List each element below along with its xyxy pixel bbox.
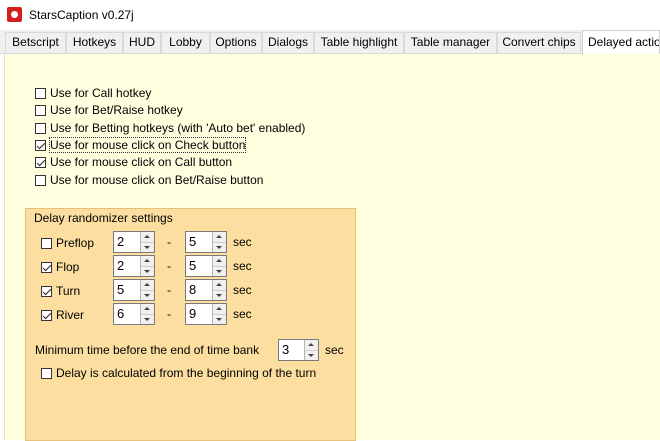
app-icon [7, 7, 22, 22]
checkbox[interactable] [35, 139, 46, 151]
unit-label: sec [233, 259, 252, 273]
group-title: Delay randomizer settings [34, 211, 173, 225]
tab-hud[interactable]: HUD [123, 32, 161, 53]
option-bet-raise-button-click[interactable]: Use for mouse click on Bet/Raise button [35, 172, 263, 188]
window-title: StarsCaption v0.27j [29, 8, 134, 22]
tab-betscript[interactable]: Betscript [5, 32, 66, 53]
tab-hotkeys[interactable]: Hotkeys [66, 32, 123, 53]
checkbox[interactable] [35, 156, 46, 168]
tab-delayed-actions[interactable]: Delayed actio [582, 30, 660, 54]
spinner-value[interactable]: 5 [114, 280, 140, 300]
spin-down-icon[interactable] [213, 290, 226, 300]
checkbox[interactable] [35, 104, 46, 116]
delay-randomizer-group: Delay randomizer settings Preflop 2 - 5 … [25, 208, 356, 441]
spin-down-icon[interactable] [141, 242, 154, 252]
min-time-spinner[interactable]: 3 [278, 339, 319, 361]
checkbox[interactable] [41, 237, 52, 249]
min-time-unit: sec [325, 343, 344, 357]
spin-down-icon[interactable] [141, 290, 154, 300]
option-call-button-click[interactable]: Use for mouse click on Call button [35, 154, 232, 170]
tab-table-manager[interactable]: Table manager [404, 32, 497, 53]
spin-up-icon[interactable] [141, 256, 154, 267]
spinner-value[interactable]: 2 [114, 256, 140, 276]
street-label: Flop [56, 260, 80, 274]
street-label: Preflop [56, 236, 95, 250]
flop-max-spinner[interactable]: 5 [185, 255, 227, 277]
option-label: Use for Bet/Raise hotkey [50, 103, 183, 117]
range-dash: - [167, 283, 171, 297]
tab-dialogs[interactable]: Dialogs [262, 32, 314, 53]
min-time-label: Minimum time before the end of time bank [35, 343, 260, 357]
option-label: Use for Betting hotkeys (with 'Auto bet'… [50, 121, 306, 135]
option-check-button-click[interactable]: Use for mouse click on Check button [35, 137, 247, 153]
spinner-value[interactable]: 3 [279, 340, 304, 360]
tab-options[interactable]: Options [210, 32, 262, 53]
spin-up-icon[interactable] [213, 304, 226, 315]
option-call-hotkey[interactable]: Use for Call hotkey [35, 85, 151, 101]
spin-up-icon[interactable] [213, 232, 226, 243]
spinner-value[interactable]: 2 [114, 232, 140, 252]
checkbox[interactable] [35, 174, 46, 186]
river-max-spinner[interactable]: 9 [185, 303, 227, 325]
river-min-spinner[interactable]: 6 [113, 303, 155, 325]
preflop-max-spinner[interactable]: 5 [185, 231, 227, 253]
tab-table-highlight[interactable]: Table highlight [314, 32, 404, 53]
street-turn[interactable]: Turn [41, 283, 80, 299]
spin-down-icon[interactable] [213, 266, 226, 276]
preflop-min-spinner[interactable]: 2 [113, 231, 155, 253]
turn-min-spinner[interactable]: 5 [113, 279, 155, 301]
option-label: Use for mouse click on Bet/Raise button [50, 173, 264, 187]
tab-lobby[interactable]: Lobby [161, 32, 210, 53]
street-flop[interactable]: Flop [41, 259, 79, 275]
checkbox[interactable] [41, 367, 52, 379]
delayed-actions-panel: Use for Call hotkey Use for Bet/Raise ho… [4, 54, 660, 441]
street-river[interactable]: River [41, 307, 84, 323]
street-preflop[interactable]: Preflop [41, 235, 94, 251]
checkbox[interactable] [35, 122, 46, 134]
spin-up-icon[interactable] [305, 340, 318, 351]
turn-max-spinner[interactable]: 8 [185, 279, 227, 301]
title-bar: StarsCaption v0.27j [0, 0, 660, 30]
spin-down-icon[interactable] [141, 314, 154, 324]
option-label: Use for mouse click on Call button [50, 155, 233, 169]
flop-min-spinner[interactable]: 2 [113, 255, 155, 277]
spin-down-icon[interactable] [141, 266, 154, 276]
option-from-beginning[interactable]: Delay is calculated from the beginning o… [41, 365, 316, 381]
unit-label: sec [233, 283, 252, 297]
spin-down-icon[interactable] [305, 350, 318, 360]
spin-up-icon[interactable] [141, 280, 154, 291]
tab-strip: Betscript Hotkeys HUD Lobby Options Dial… [0, 30, 660, 54]
spinner-value[interactable]: 5 [186, 232, 212, 252]
unit-label: sec [233, 307, 252, 321]
tab-convert-chips[interactable]: Convert chips [497, 32, 581, 53]
option-betting-hotkeys[interactable]: Use for Betting hotkeys (with 'Auto bet'… [35, 120, 305, 136]
option-bet-raise-hotkey[interactable]: Use for Bet/Raise hotkey [35, 102, 183, 118]
checkbox[interactable] [41, 285, 52, 297]
spin-down-icon[interactable] [213, 242, 226, 252]
range-dash: - [167, 235, 171, 249]
checkbox[interactable] [41, 261, 52, 273]
checkbox[interactable] [41, 309, 52, 321]
option-label: Use for mouse click on Check button [48, 137, 247, 153]
spin-down-icon[interactable] [213, 314, 226, 324]
checkbox[interactable] [35, 87, 46, 99]
spin-up-icon[interactable] [213, 256, 226, 267]
unit-label: sec [233, 235, 252, 249]
option-label: Delay is calculated from the beginning o… [56, 366, 317, 380]
spinner-value[interactable]: 6 [114, 304, 140, 324]
spinner-value[interactable]: 9 [186, 304, 212, 324]
range-dash: - [167, 307, 171, 321]
range-dash: - [167, 259, 171, 273]
option-label: Use for Call hotkey [50, 86, 152, 100]
spin-up-icon[interactable] [213, 280, 226, 291]
spin-up-icon[interactable] [141, 232, 154, 243]
street-label: River [56, 308, 85, 322]
spin-up-icon[interactable] [141, 304, 154, 315]
spinner-value[interactable]: 8 [186, 280, 212, 300]
spinner-value[interactable]: 5 [186, 256, 212, 276]
street-label: Turn [56, 284, 81, 298]
